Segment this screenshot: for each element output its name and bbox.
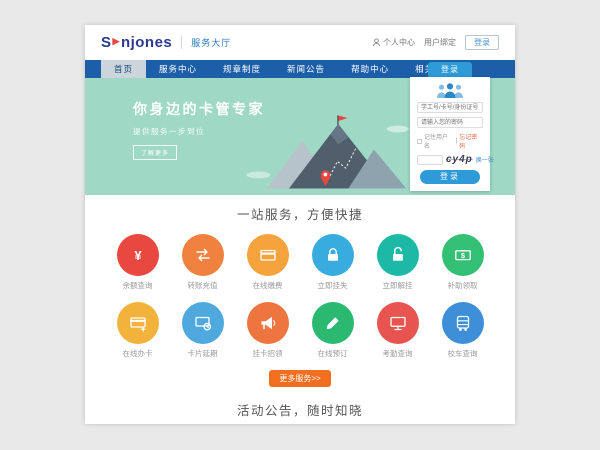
service-item-attendance[interactable]: 考勤查询 xyxy=(365,302,430,359)
unlock-circle xyxy=(377,234,419,276)
forgot-password-link[interactable]: 忘记密码 xyxy=(459,132,483,150)
new-card-circle xyxy=(117,302,159,344)
booking-circle xyxy=(312,302,354,344)
remember-label: 记住用户名 xyxy=(424,132,454,150)
service-item-subsidy[interactable]: $ 补助领取 xyxy=(430,234,495,291)
login-submit-button[interactable]: 登录 xyxy=(420,170,481,184)
yen-balance-icon: ¥ xyxy=(128,245,148,265)
header: S▶njones 服务大厅 个人中心 用户绑定 登录 xyxy=(85,25,515,60)
personal-center-link[interactable]: 个人中心 xyxy=(372,37,415,48)
logo-text-rest: njones xyxy=(121,34,172,51)
logo-text-s: S xyxy=(101,34,112,51)
svg-text:$: $ xyxy=(460,251,465,260)
service-item-found-card[interactable]: 挂卡招领 xyxy=(235,302,300,359)
hero-banner: 你身边的卡管专家 提供服务一步到位 了解更多 登录 xyxy=(85,78,515,195)
service-item-new-card[interactable]: 在线办卡 xyxy=(105,302,170,359)
users-group-icon xyxy=(417,82,483,98)
account-input[interactable] xyxy=(417,102,483,113)
payment-card-icon xyxy=(258,245,278,265)
payment-circle xyxy=(247,234,289,276)
captcha-image[interactable]: cy4p xyxy=(446,154,473,165)
service-item-transfer[interactable]: 转账充值 xyxy=(170,234,235,291)
user-binding-label: 用户绑定 xyxy=(424,37,456,48)
brand-logo[interactable]: S▶njones xyxy=(101,34,172,51)
report-loss-circle xyxy=(312,234,354,276)
school-bus-circle xyxy=(442,302,484,344)
announcements-section: 活动公告，随时知晓 使用指南 最新公告 更多>> 使用指南 更多>> xyxy=(85,400,515,424)
divider: | xyxy=(456,138,458,144)
captcha-row: cy4p 换一张 xyxy=(417,154,483,165)
user-binding-link[interactable]: 用户绑定 xyxy=(424,37,456,48)
captcha-refresh-link[interactable]: 换一张 xyxy=(476,155,494,164)
svg-text:¥: ¥ xyxy=(134,248,142,263)
service-label: 转账充值 xyxy=(170,280,235,291)
lock-open-icon xyxy=(388,245,408,265)
announcements-heading: 活动公告，随时知晓 xyxy=(85,400,515,419)
captcha-input[interactable] xyxy=(417,155,443,165)
services-grid: ¥ 余额查询 转账充值 xyxy=(105,234,495,359)
transfer-arrows-icon xyxy=(193,245,213,265)
login-panel: 登录 记住用户名 | xyxy=(410,62,490,191)
service-item-card-renew[interactable]: 卡片延期 xyxy=(170,302,235,359)
bus-icon xyxy=(453,313,473,333)
service-item-booking[interactable]: 在线预订 xyxy=(300,302,365,359)
hero-cta-button[interactable]: 了解更多 xyxy=(133,145,177,160)
card-renew-icon xyxy=(193,313,213,333)
mountain-illustration-icon xyxy=(243,109,413,195)
password-input[interactable] xyxy=(417,117,483,128)
services-section: 一站服务，方便快捷 ¥ 余额查询 转账充值 xyxy=(85,195,515,387)
service-label: 立即挂失 xyxy=(300,280,365,291)
attendance-icon xyxy=(388,313,408,333)
balance-circle: ¥ xyxy=(117,234,159,276)
nav-item-service-center[interactable]: 服务中心 xyxy=(146,60,210,78)
attendance-circle xyxy=(377,302,419,344)
hero-title: 你身边的卡管专家 xyxy=(133,99,265,119)
header-links: 个人中心 用户绑定 登录 xyxy=(372,35,499,50)
personal-center-label: 个人中心 xyxy=(383,37,415,48)
lock-closed-icon xyxy=(323,245,343,265)
hero-copy: 你身边的卡管专家 提供服务一步到位 了解更多 xyxy=(133,99,265,160)
banknote-icon: $ xyxy=(453,245,473,265)
subsidy-circle: $ xyxy=(442,234,484,276)
new-card-icon xyxy=(128,313,148,333)
service-label: 挂卡招领 xyxy=(235,348,300,359)
more-services-button[interactable]: 更多服务>> xyxy=(269,370,330,387)
logo-arrow-icon: ▶ xyxy=(113,36,120,47)
transfer-circle xyxy=(182,234,224,276)
page: S▶njones 服务大厅 个人中心 用户绑定 登录 首页 服务中心 规章制度 … xyxy=(85,25,515,424)
service-label: 在线缴费 xyxy=(235,280,300,291)
nav-item-rules[interactable]: 规章制度 xyxy=(210,60,274,78)
service-item-balance[interactable]: ¥ 余额查询 xyxy=(105,234,170,291)
service-label: 补助领取 xyxy=(430,280,495,291)
pencil-icon xyxy=(323,313,343,333)
person-icon xyxy=(372,38,381,47)
service-item-report-loss[interactable]: 立即挂失 xyxy=(300,234,365,291)
remember-checkbox[interactable] xyxy=(417,139,422,144)
service-label: 校车查询 xyxy=(430,348,495,359)
hero-subtitle: 提供服务一步到位 xyxy=(133,126,265,137)
card-renew-circle xyxy=(182,302,224,344)
nav-item-home[interactable]: 首页 xyxy=(101,60,146,78)
service-item-unlock[interactable]: 立即解挂 xyxy=(365,234,430,291)
nav-item-help[interactable]: 帮助中心 xyxy=(338,60,402,78)
nav-item-news[interactable]: 新闻公告 xyxy=(274,60,338,78)
remember-row: 记住用户名 | 忘记密码 xyxy=(417,132,483,150)
service-label: 在线预订 xyxy=(300,348,365,359)
service-item-payment[interactable]: 在线缴费 xyxy=(235,234,300,291)
service-label: 余额查询 xyxy=(105,280,170,291)
site-name: 服务大厅 xyxy=(181,36,231,49)
header-login-button[interactable]: 登录 xyxy=(465,35,499,50)
service-label: 立即解挂 xyxy=(365,280,430,291)
service-label: 卡片延期 xyxy=(170,348,235,359)
megaphone-icon xyxy=(258,313,278,333)
login-box: 记住用户名 | 忘记密码 cy4p 换一张 登录 xyxy=(410,77,490,191)
service-label: 考勤查询 xyxy=(365,348,430,359)
service-label: 在线办卡 xyxy=(105,348,170,359)
found-card-circle xyxy=(247,302,289,344)
services-heading: 一站服务，方便快捷 xyxy=(85,204,515,223)
service-item-school-bus[interactable]: 校车查询 xyxy=(430,302,495,359)
login-tab[interactable]: 登录 xyxy=(428,62,472,77)
